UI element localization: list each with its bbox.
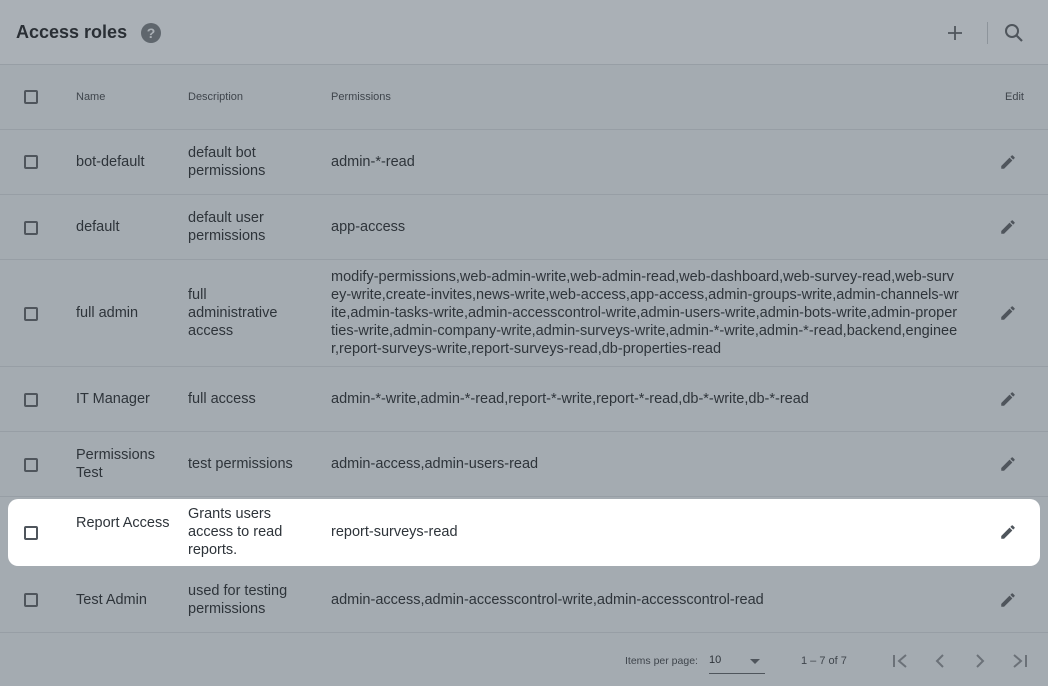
row-checkbox[interactable] — [24, 593, 38, 607]
search-icon[interactable] — [1003, 22, 1025, 44]
last-page-icon[interactable] — [1010, 651, 1030, 671]
role-description: full administrative access — [188, 287, 278, 339]
table-row[interactable]: bot-default default bot permissions admi… — [0, 130, 1048, 195]
paginator: Items per page: 10 1 – 7 of 7 — [0, 634, 1048, 686]
items-per-page-value: 10 — [709, 654, 722, 666]
edit-icon[interactable] — [999, 591, 1017, 609]
column-header-edit: Edit — [1005, 91, 1024, 103]
row-checkbox[interactable] — [24, 458, 38, 472]
edit-icon[interactable] — [999, 390, 1017, 408]
role-permissions: admin-access,admin-accesscontrol-write,a… — [331, 592, 764, 608]
toolbar-divider — [987, 22, 988, 44]
items-per-page-select[interactable]: 10 — [709, 653, 765, 674]
role-description: default bot permissions — [188, 145, 266, 179]
role-permissions: modify-permissions,web-admin-write,web-a… — [331, 269, 959, 357]
role-name: default — [76, 219, 120, 235]
role-description: Grants users access to read reports. — [188, 506, 283, 558]
role-description: full access — [188, 391, 256, 407]
role-permissions: admin-*-read — [331, 154, 415, 170]
column-header-name[interactable]: Name — [76, 91, 105, 103]
edit-icon[interactable] — [999, 153, 1017, 171]
role-description: used for testing permissions — [188, 583, 288, 617]
role-permissions: admin-*-write,admin-*-read,report-*-writ… — [331, 391, 809, 407]
role-permissions: admin-access,admin-users-read — [331, 456, 539, 472]
toolbar: Access roles ? — [0, 0, 1048, 65]
page-title: Access roles — [16, 22, 128, 42]
edit-icon[interactable] — [999, 304, 1017, 322]
role-name: Report Access — [76, 515, 170, 531]
column-header-permissions[interactable]: Permissions — [331, 91, 391, 103]
table-row[interactable]: IT Manager full access admin-*-write,adm… — [0, 367, 1048, 432]
row-checkbox[interactable] — [24, 155, 38, 169]
chevron-right-icon[interactable] — [970, 651, 990, 671]
svg-text:?: ? — [147, 25, 156, 41]
help-circle-icon[interactable]: ? — [141, 23, 161, 43]
plus-icon[interactable] — [944, 22, 966, 44]
table-header: Name Description Permissions Edit — [0, 65, 1048, 130]
role-name: Test Admin — [76, 592, 147, 608]
row-checkbox[interactable] — [24, 393, 38, 407]
role-permissions: app-access — [331, 219, 406, 235]
role-name: bot-default — [76, 154, 145, 170]
select-all-checkbox[interactable] — [24, 90, 38, 104]
table-row[interactable]: Permissions Test test permissions admin-… — [0, 432, 1048, 497]
range-label: 1 – 7 of 7 — [801, 655, 847, 667]
row-checkbox[interactable] — [24, 526, 38, 540]
table-row-highlighted[interactable]: Report Access Grants users access to rea… — [8, 499, 1040, 566]
chevron-left-icon[interactable] — [930, 651, 950, 671]
table-row[interactable]: Test Admin used for testing permissions … — [0, 568, 1048, 633]
role-name: IT Manager — [76, 391, 150, 407]
role-permissions: report-surveys-read — [331, 524, 458, 540]
edit-icon[interactable] — [999, 218, 1017, 236]
dropdown-arrow-icon — [750, 659, 760, 664]
column-header-description[interactable]: Description — [188, 91, 243, 103]
edit-icon[interactable] — [999, 455, 1017, 473]
row-checkbox[interactable] — [24, 307, 38, 321]
role-name: Permissions Test — [76, 447, 155, 481]
table-row[interactable]: full admin full administrative access mo… — [0, 260, 1048, 367]
role-description: test permissions — [188, 456, 293, 472]
role-description: default user permissions — [188, 210, 266, 244]
role-name: full admin — [76, 305, 139, 321]
row-checkbox[interactable] — [24, 221, 38, 235]
items-per-page-label: Items per page: — [625, 655, 698, 667]
edit-icon[interactable] — [999, 523, 1017, 541]
first-page-icon[interactable] — [890, 651, 910, 671]
table-row[interactable]: default default user permissions app-acc… — [0, 195, 1048, 260]
